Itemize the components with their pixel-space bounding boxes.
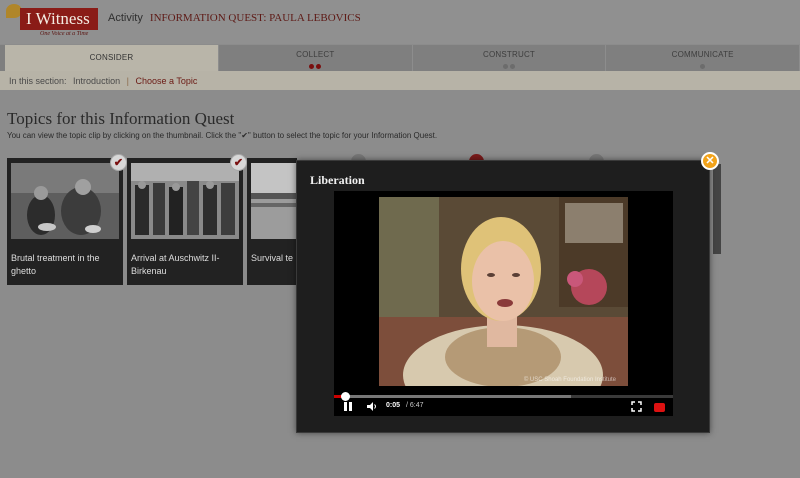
steps-navigation: CONSIDER COLLECT CONSTRUCT COMMUNICATE xyxy=(0,45,800,71)
volume-icon[interactable] xyxy=(366,401,378,416)
buffer-bar xyxy=(334,395,572,398)
fullscreen-icon[interactable] xyxy=(631,401,642,416)
section-breadcrumb: In this section: Introduction | Choose a… xyxy=(0,71,800,90)
topic-thumbnail[interactable] xyxy=(11,163,119,239)
topic-thumbnail[interactable] xyxy=(131,163,239,239)
step-label: CONSIDER xyxy=(89,53,134,62)
topic-tile[interactable]: ✔ Brutal treatment in the ghetto xyxy=(7,154,127,285)
topic-label: Survival te xyxy=(251,253,294,263)
video-watermark: © USC Shoah Foundation Institute xyxy=(523,377,616,383)
select-topic-check-icon[interactable]: ✔ xyxy=(110,154,127,171)
pause-icon[interactable] xyxy=(343,401,353,416)
step-label: COLLECT xyxy=(296,50,335,59)
section-item-introduction[interactable]: Introduction xyxy=(73,76,120,86)
video-player[interactable]: © USC Shoah Foundation Institute 0:05 / … xyxy=(334,191,673,416)
close-icon[interactable]: ✕ xyxy=(701,152,719,170)
section-prefix: In this section: xyxy=(9,76,67,86)
activity-title: Activity INFORMATION QUEST: PAULA LEBOVI… xyxy=(108,12,361,24)
logo-tagline: One Voice at a Time xyxy=(40,31,89,37)
select-topic-check-icon[interactable]: ✔ xyxy=(230,154,247,171)
section-item-choose-topic[interactable]: Choose a Topic xyxy=(135,76,197,86)
progress-dots xyxy=(606,62,799,69)
logo-text: I Witness xyxy=(20,8,98,30)
step-label: CONSTRUCT xyxy=(482,50,536,59)
step-collect[interactable]: COLLECT xyxy=(219,45,413,71)
topic-thumbnail[interactable] xyxy=(251,163,297,239)
iwitness-logo[interactable]: I Witness One Voice at a Time xyxy=(6,4,98,38)
youtube-icon[interactable] xyxy=(654,403,665,412)
activity-name: INFORMATION QUEST: PAULA LEBOVICS xyxy=(149,12,361,24)
current-time: 0:05 xyxy=(386,402,401,409)
video-modal: Liberation ✕ © USC Shoah Foundation Inst… xyxy=(296,152,719,433)
topic-tile[interactable]: ✔ Arrival at Auschwitz II-Birkenau xyxy=(127,154,247,285)
player-controls: 0:05 / 6:47 xyxy=(334,399,673,416)
page-title: Topics for this Information Quest xyxy=(7,109,235,128)
app-header: I Witness One Voice at a Time Activity I… xyxy=(0,0,800,44)
step-consider[interactable]: CONSIDER xyxy=(5,45,219,71)
step-label: COMMUNICATE xyxy=(671,50,734,59)
topic-label: Arrival at Auschwitz II-Birkenau xyxy=(131,253,220,276)
total-time: / 6:47 xyxy=(406,402,424,409)
topic-tile[interactable]: Survival te xyxy=(247,158,297,285)
topic-label: Brutal treatment in the ghetto xyxy=(11,253,100,276)
video-frame[interactable]: © USC Shoah Foundation Institute xyxy=(379,197,628,386)
step-communicate[interactable]: COMMUNICATE xyxy=(606,45,800,71)
step-construct[interactable]: CONSTRUCT xyxy=(413,45,607,71)
progress-dots xyxy=(413,62,606,69)
progress-dots xyxy=(219,62,412,69)
breadcrumb-separator: | xyxy=(126,76,129,86)
page-instructions: You can view the topic clip by clicking … xyxy=(7,131,438,140)
modal-title: Liberation xyxy=(310,173,365,187)
activity-label: Activity xyxy=(108,12,143,24)
topic-tile-edge[interactable] xyxy=(713,164,721,254)
